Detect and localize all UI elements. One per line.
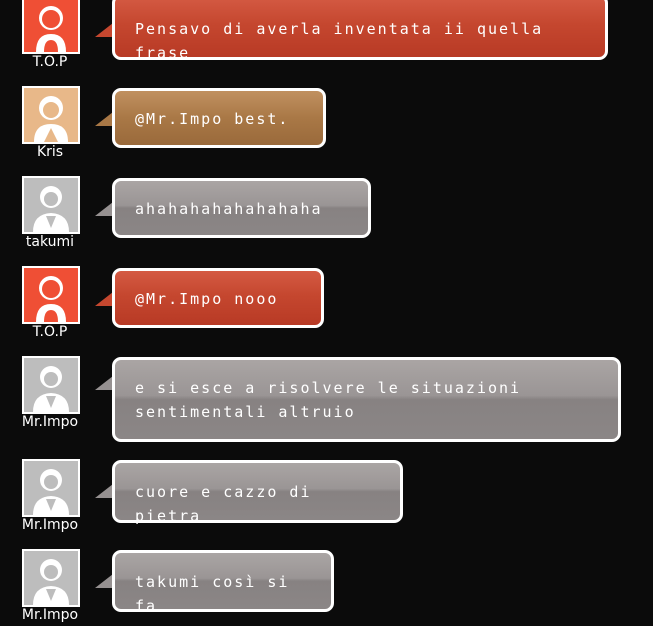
default-user-avatar-icon	[22, 549, 80, 607]
default-user-avatar-icon	[22, 176, 80, 234]
avatar[interactable]: Kris	[22, 86, 80, 160]
username: T.O.P	[32, 54, 68, 70]
message-text: cuore e cazzo di pietra	[135, 483, 312, 525]
username: takumi	[25, 234, 75, 250]
message-bubble: takumi così si fa	[112, 550, 334, 615]
top-avatar-icon	[22, 266, 80, 324]
message-bubble: e si esce a risolvere le situazioni sent…	[112, 357, 621, 442]
avatar[interactable]: takumi	[22, 176, 80, 250]
message-text: e si esce a risolvere le situazioni sent…	[135, 379, 522, 421]
message-bubble: @Mr.Impo best.	[112, 88, 326, 148]
top-avatar-icon	[22, 0, 80, 54]
bubble-tail	[95, 23, 113, 37]
username: Kris	[36, 144, 64, 160]
avatar[interactable]: Mr.Impo	[22, 459, 80, 533]
message-text: Pensavo di averla inventata ii quella fr…	[135, 20, 544, 62]
avatar[interactable]: Mr.Impo	[22, 549, 80, 623]
message-text: ahahahahahahahaha	[135, 200, 323, 218]
username: Mr.Impo	[21, 517, 79, 533]
message-bubble: Pensavo di averla inventata ii quella fr…	[112, 0, 608, 62]
kris-avatar-icon	[22, 86, 80, 144]
message-text: @Mr.Impo best.	[135, 110, 290, 128]
message-text: takumi così si fa	[135, 573, 290, 615]
message-bubble: cuore e cazzo di pietra	[112, 460, 403, 525]
username: T.O.P	[32, 324, 68, 340]
username: Mr.Impo	[21, 414, 79, 430]
username: Mr.Impo	[21, 607, 79, 623]
message-bubble: ahahahahahahahaha	[112, 178, 371, 238]
avatar[interactable]: Mr.Impo	[22, 356, 80, 430]
message-bubble: @Mr.Impo nooo	[112, 268, 324, 328]
avatar[interactable]: T.O.P	[22, 266, 80, 340]
default-user-avatar-icon	[22, 459, 80, 517]
message-text: @Mr.Impo nooo	[135, 290, 279, 308]
default-user-avatar-icon	[22, 356, 80, 414]
avatar[interactable]: T.O.P	[22, 0, 80, 70]
